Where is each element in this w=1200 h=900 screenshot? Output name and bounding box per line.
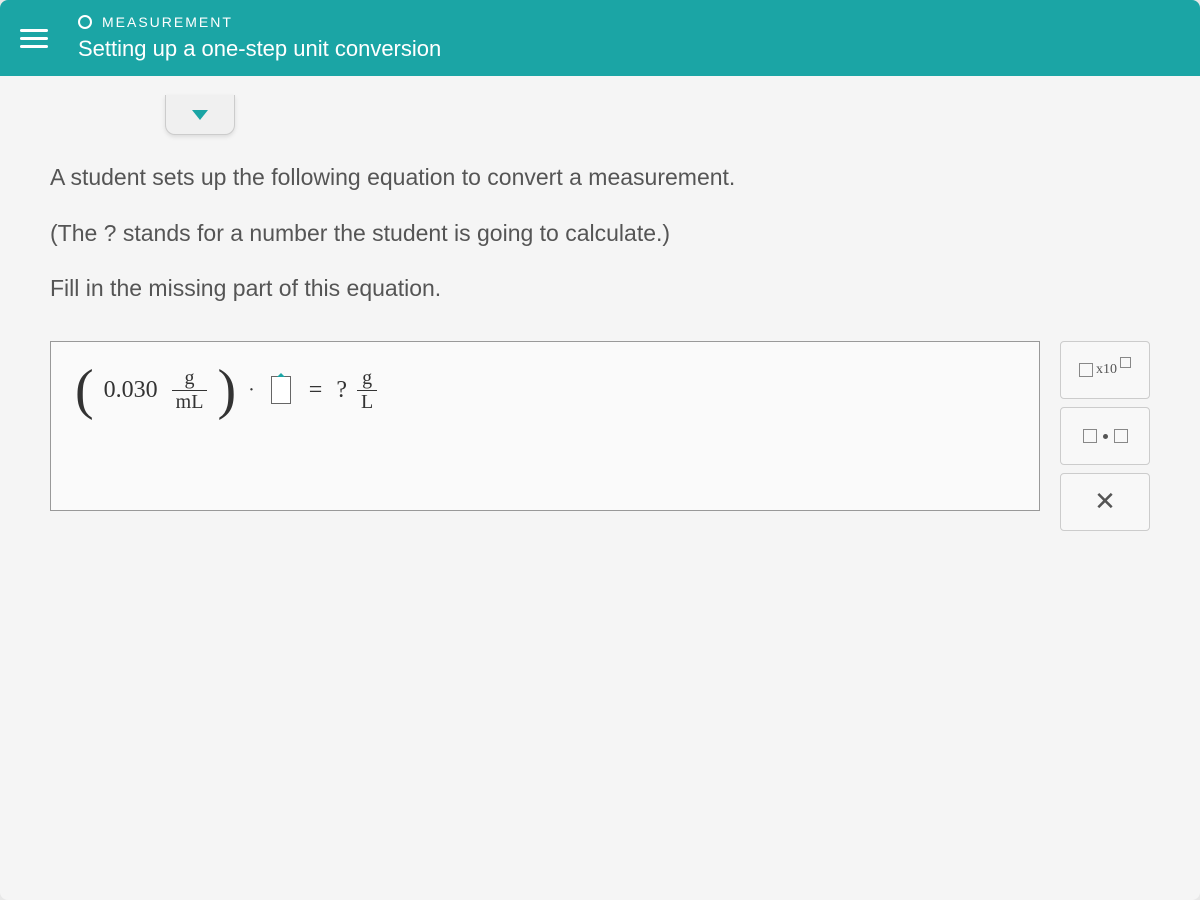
exponent-box-icon xyxy=(1120,357,1131,368)
multiply-button[interactable] xyxy=(1060,407,1150,465)
equation-input-box[interactable]: ( 0.030 g mL ) · = ? g L xyxy=(50,341,1040,511)
blank-input[interactable] xyxy=(271,376,291,404)
tools-panel: x10 ✕ xyxy=(1060,341,1150,531)
question-mark: ? xyxy=(336,377,347,404)
question-text: A student sets up the following equation… xyxy=(50,156,1150,311)
category-label: MEASUREMENT xyxy=(102,14,233,30)
menu-icon[interactable] xyxy=(20,29,48,48)
header: MEASUREMENT Setting up a one-step unit c… xyxy=(0,0,1200,76)
category-dot-icon xyxy=(78,15,92,29)
scientific-notation-button[interactable]: x10 xyxy=(1060,341,1150,399)
right-paren: ) xyxy=(217,362,236,418)
clear-button[interactable]: ✕ xyxy=(1060,473,1150,531)
question-line-1: A student sets up the following equation… xyxy=(50,156,1150,200)
page-title: Setting up a one-step unit conversion xyxy=(78,36,441,62)
box-icon xyxy=(1083,429,1097,443)
left-paren: ( xyxy=(75,362,94,418)
dot-icon xyxy=(1103,434,1108,439)
equals-sign: = xyxy=(309,377,323,404)
question-line-2: (The ? stands for a number the student i… xyxy=(50,212,1150,256)
left-unit-fraction: g mL xyxy=(172,367,208,414)
equation: ( 0.030 g mL ) · = ? g L xyxy=(75,362,381,418)
question-line-3: Fill in the missing part of this equatio… xyxy=(50,267,1150,311)
box-icon xyxy=(1114,429,1128,443)
multiply-dot: · xyxy=(248,379,255,402)
box-icon xyxy=(1079,363,1093,377)
close-icon: ✕ xyxy=(1094,487,1116,517)
right-unit-fraction: g L xyxy=(357,367,377,414)
equation-value: 0.030 xyxy=(104,377,158,404)
